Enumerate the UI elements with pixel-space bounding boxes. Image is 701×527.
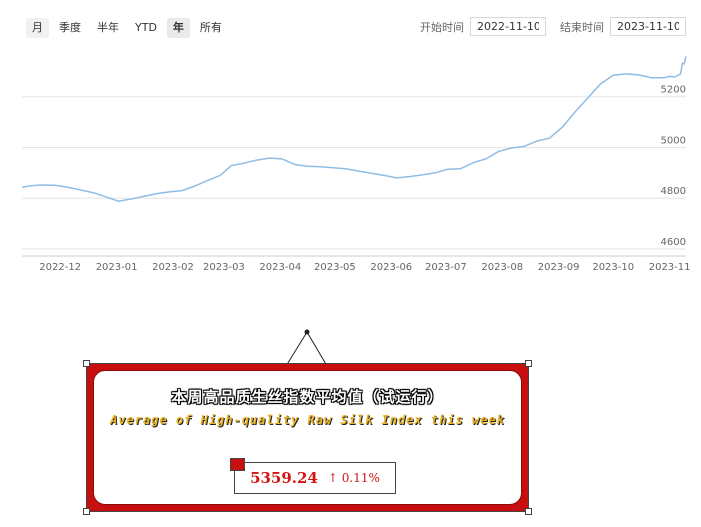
x-tick-label: 2023-05 [314, 262, 356, 273]
index-change: ↑ 0.11% [327, 471, 380, 485]
y-tick-label: 4800 [661, 186, 686, 197]
weekly-average-panel: 本周高品质生丝指数平均值（试运行） Average of High-qualit… [83, 329, 532, 515]
end-date-input[interactable] [610, 17, 686, 36]
value-marker [230, 458, 245, 471]
x-tick-label: 2023-06 [370, 262, 412, 273]
range-button-all[interactable]: 所有 [194, 18, 228, 38]
range-selector: 月 季度 半年 YTD 年 所有 [26, 18, 228, 38]
x-tick-label: 2023-07 [425, 262, 467, 273]
corner-marker [83, 508, 90, 515]
y-tick-label: 4600 [661, 237, 686, 248]
x-tick-label: 2023-03 [203, 262, 245, 273]
x-tick-label: 2023-08 [481, 262, 523, 273]
start-date-input[interactable] [470, 17, 546, 36]
x-axis-ticks: 2022-12 2023-01 2023-02 2023-03 2023-04 2023-… [39, 262, 690, 273]
corner-marker [83, 360, 90, 367]
corner-marker [525, 508, 532, 515]
panel-title-cn: 本周高品质生丝指数平均值（试运行） [171, 388, 444, 406]
x-tick-label: 2023-02 [152, 262, 194, 273]
panel-frame: 本周高品质生丝指数平均值（试运行） Average of High-qualit… [83, 360, 532, 515]
x-tick-label: 2023-09 [538, 262, 580, 273]
range-button-month[interactable]: 月 [26, 18, 49, 38]
panel-body: 本周高品质生丝指数平均值（试运行） Average of High-qualit… [93, 370, 522, 505]
y-tick-label: 5000 [661, 135, 686, 146]
x-tick-label: 2022-12 [39, 262, 81, 273]
panel-title-en: Average of High-quality Raw Silk Index t… [110, 413, 505, 427]
start-date-label: 开始时间 [420, 20, 464, 34]
connector-dot [304, 329, 310, 335]
range-button-ytd[interactable]: YTD [129, 18, 163, 38]
y-tick-label: 5200 [661, 85, 686, 96]
x-tick-label: 2023-04 [259, 262, 301, 273]
x-tick-label: 2023-01 [96, 262, 138, 273]
range-button-year[interactable]: 年 [166, 18, 190, 38]
end-date-label: 结束时间 [560, 20, 604, 34]
x-tick-label: 2023-11 [649, 262, 691, 273]
price-line-chart: 4600480050005200 2022-12 2023-01 2023-02 20… [21, 56, 691, 273]
range-button-quarter[interactable]: 季度 [53, 18, 87, 38]
index-value-box: 5359.24 ↑ 0.11% [230, 458, 396, 494]
chart-grid [22, 96, 686, 257]
index-value: 5359.24 [250, 469, 318, 487]
corner-marker [525, 360, 532, 367]
date-range-controls: 开始时间 结束时间 [420, 17, 686, 36]
series-line [21, 56, 687, 202]
range-button-half-year[interactable]: 半年 [91, 18, 125, 38]
y-axis-ticks: 4600 4800 5000 5200 [661, 85, 686, 248]
x-tick-label: 2023-10 [592, 262, 634, 273]
